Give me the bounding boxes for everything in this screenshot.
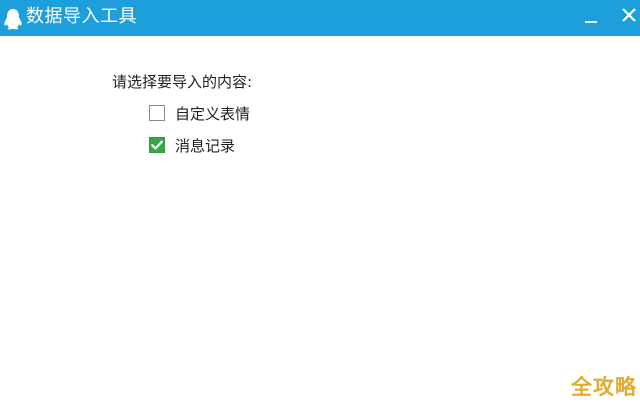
dialog-content: 请选择要导入的内容: 自定义表情 消息记录 (0, 36, 640, 402)
import-tool-window: 数据导入工具 请选择要导入的内容: 自定义表情 消息记录 全攻略 (0, 0, 640, 402)
title-bar[interactable]: 数据导入工具 (0, 0, 640, 36)
qq-penguin-icon (3, 8, 23, 30)
message-history-checkbox[interactable] (149, 137, 165, 153)
custom-emoji-label: 自定义表情 (175, 105, 251, 123)
minimize-icon (585, 21, 597, 23)
close-button[interactable] (616, 4, 640, 30)
window-title: 数据导入工具 (26, 6, 137, 27)
checkmark-icon (151, 140, 163, 150)
message-history-label: 消息记录 (175, 137, 236, 155)
minimize-button[interactable] (578, 4, 604, 30)
custom-emoji-checkbox[interactable] (149, 105, 165, 121)
watermark-text: 全攻略 (571, 375, 637, 399)
close-icon (622, 8, 636, 22)
import-prompt-label: 请选择要导入的内容: (112, 73, 253, 91)
